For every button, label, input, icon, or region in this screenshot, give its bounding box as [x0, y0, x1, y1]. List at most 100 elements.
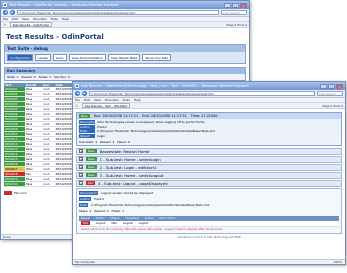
step-row[interactable]: + Pass 2 - Sub-test: Login - editUser1	[76, 163, 342, 171]
view-object-maps-button[interactable]: View Object Maps	[107, 54, 141, 61]
subtests-count: Sub-tests: 4	[79, 139, 97, 144]
menu-view[interactable]: View	[22, 17, 29, 21]
back-icon[interactable]: ◀	[75, 91, 80, 96]
detail-value: Odin Technologies screen is displayed, w…	[97, 120, 205, 124]
log-col: Object	[110, 216, 120, 220]
address-input[interactable]: C:\Program Files\Odin Technology\Axe\Sam…	[89, 91, 315, 96]
log-action: Logout	[95, 221, 106, 225]
step-label: Baseestate: Restart Home	[99, 148, 150, 154]
browser-tab[interactable]: Axe Results - Test - OPL0001	[81, 103, 131, 108]
expand-icon[interactable]: +	[79, 173, 83, 177]
menu-edit[interactable]: Edit	[84, 98, 90, 102]
menu-view[interactable]: View	[94, 98, 101, 102]
step-badge: Fail	[86, 181, 95, 185]
step-badge: Pass	[86, 149, 97, 153]
menu-help[interactable]: Help	[134, 98, 141, 102]
run-end: End: 28/10/2008 11:17:31	[142, 114, 187, 118]
steps-failed: Failed: 1	[111, 208, 125, 213]
minimize-button[interactable]: –	[224, 2, 231, 8]
menu-favorites[interactable]: Favorites	[105, 98, 119, 102]
menu-file[interactable]: File	[75, 98, 80, 102]
steps-count: Steps: 1	[79, 208, 92, 213]
substep-value: C:\Program Files\Odin Technology\Axe\Sam…	[91, 202, 210, 207]
notrun-count: Not Run: 0	[54, 75, 71, 79]
substep-detail: Description Logout screen should be disp…	[76, 187, 342, 234]
search-input[interactable]: Live Search	[221, 10, 247, 15]
back-icon[interactable]: ◀	[3, 10, 8, 15]
step-row[interactable]: + Pass Baseestate: Restart Home	[76, 147, 342, 155]
favorites-star-icon[interactable]: ★	[3, 22, 7, 27]
status-text: Done	[3, 235, 11, 239]
status-text: My Computer	[75, 260, 96, 264]
menu-file[interactable]: File	[3, 17, 8, 21]
search-input[interactable]: Live Search	[317, 91, 343, 96]
levels-button[interactable]: Levels	[35, 54, 51, 61]
links-button[interactable]: Links	[52, 54, 67, 61]
expand-icon[interactable]: +	[79, 157, 83, 161]
step-row[interactable]: + Pass 3 - Sub-test: Home - selectLogout	[76, 171, 342, 179]
test-detail-panel: Pass Run: 28/10/2008 11:17:11 End: 28/10…	[76, 112, 342, 146]
test-result-badge: Pass	[79, 114, 90, 118]
close-button[interactable]: ✕	[336, 83, 343, 89]
failed-run-label: Fail run1	[14, 191, 27, 195]
expand-icon[interactable]: +	[79, 165, 83, 169]
menu-tools[interactable]: Tools	[123, 98, 130, 102]
run-summary: Run Summary Tests: 1 Passed: 0 Failed: 1…	[4, 67, 246, 81]
favorites-star-icon[interactable]: ★	[75, 103, 79, 108]
minimize-button[interactable]: –	[320, 83, 327, 89]
expand-icon[interactable]: +	[79, 149, 83, 153]
result-cell: Pass	[24, 181, 43, 187]
tests-count: Tests: 1	[7, 75, 19, 79]
test-name-cell[interactable]: OPL0020	[4, 181, 25, 187]
log-expected: Logout	[123, 221, 133, 225]
step-badge: Pass	[86, 165, 97, 169]
log-col: Action	[95, 216, 105, 220]
step-label: 2 - Sub-test: Login - editUser1	[99, 164, 157, 170]
address-input[interactable]: C:\Program Files\Odin Technology\Axe\Sam…	[17, 10, 219, 15]
configuration-button[interactable]: Configuration	[7, 54, 34, 61]
substep-label: Description	[79, 190, 99, 195]
maximize-button[interactable]: □	[232, 2, 239, 8]
forward-icon[interactable]: ▶	[82, 91, 87, 96]
detail-value: C:\Program Files\Odin Technology\Axe\Sam…	[97, 129, 216, 133]
step-label: 4 - Sub-test: Logout - pageDisplayed	[97, 180, 168, 186]
zoom-level[interactable]: 100%	[333, 260, 342, 264]
test-suite-panel: Test Suite - debug Configuration Levels …	[4, 44, 246, 64]
ie-icon	[3, 3, 7, 7]
close-button[interactable]: ✕	[240, 2, 247, 8]
detail-label: Data	[79, 129, 95, 133]
substep-label: Data	[79, 202, 89, 207]
address-bar: ◀ ▶ C:\Program Files\Odin Technology\Axe…	[1, 9, 249, 17]
log-error: Could not find an ID control by title wi…	[81, 227, 223, 231]
browser-tab[interactable]: Test Results - OdinPortal	[9, 22, 52, 27]
run-start: Run: 28/10/2008 11:17:11	[93, 114, 139, 118]
step-row-failed[interactable]: − Fail 4 - Sub-test: Logout - pageDispla…	[76, 179, 342, 187]
maximize-button[interactable]: □	[328, 83, 335, 89]
menu-edit[interactable]: Edit	[12, 17, 18, 21]
footer: Axe Version 4.0.1.6 © Odin Technology Lt…	[177, 235, 241, 239]
command-bar[interactable]: Page ▾ Tools ▾	[322, 104, 343, 108]
title-bar: Axe Results - VideoPortal/Technology - A…	[73, 82, 345, 90]
step-badge: Pass	[86, 157, 97, 161]
menu-favorites[interactable]: Favorites	[33, 17, 47, 21]
log-result: Fail	[81, 221, 90, 225]
log-col: Result	[81, 216, 90, 220]
forward-icon[interactable]: ▶	[10, 10, 15, 15]
command-bar[interactable]: Page ▾ Tools ▾	[226, 23, 247, 27]
address-bar: ◀ ▶ C:\Program Files\Odin Technology\Axe…	[73, 90, 345, 98]
show-only-fails-button[interactable]: Show only fails	[142, 54, 171, 61]
view-documentation-button[interactable]: View Documentation	[68, 54, 106, 61]
menu-help[interactable]: Help	[62, 17, 69, 21]
subtests-failed: Failed: 0	[117, 139, 130, 144]
substep-value: Fredric	[94, 196, 105, 201]
title-bar: Test Results - OdinPortal (debug) - Wind…	[1, 1, 249, 9]
substep-label: Author	[79, 196, 92, 201]
log-col: Actual	[144, 216, 154, 220]
passed-count: Passed: 0	[21, 75, 36, 79]
window-title: Axe Results - VideoPortal/Technology - A…	[81, 84, 250, 88]
step-row[interactable]: + Pass 1 - Sub-test: Home - selectLogin	[76, 155, 342, 163]
collapse-icon[interactable]: −	[79, 181, 83, 185]
suite-title: Test Suite - debug	[5, 45, 245, 52]
detail-label: Object	[79, 133, 95, 138]
menu-tools[interactable]: Tools	[51, 17, 58, 21]
